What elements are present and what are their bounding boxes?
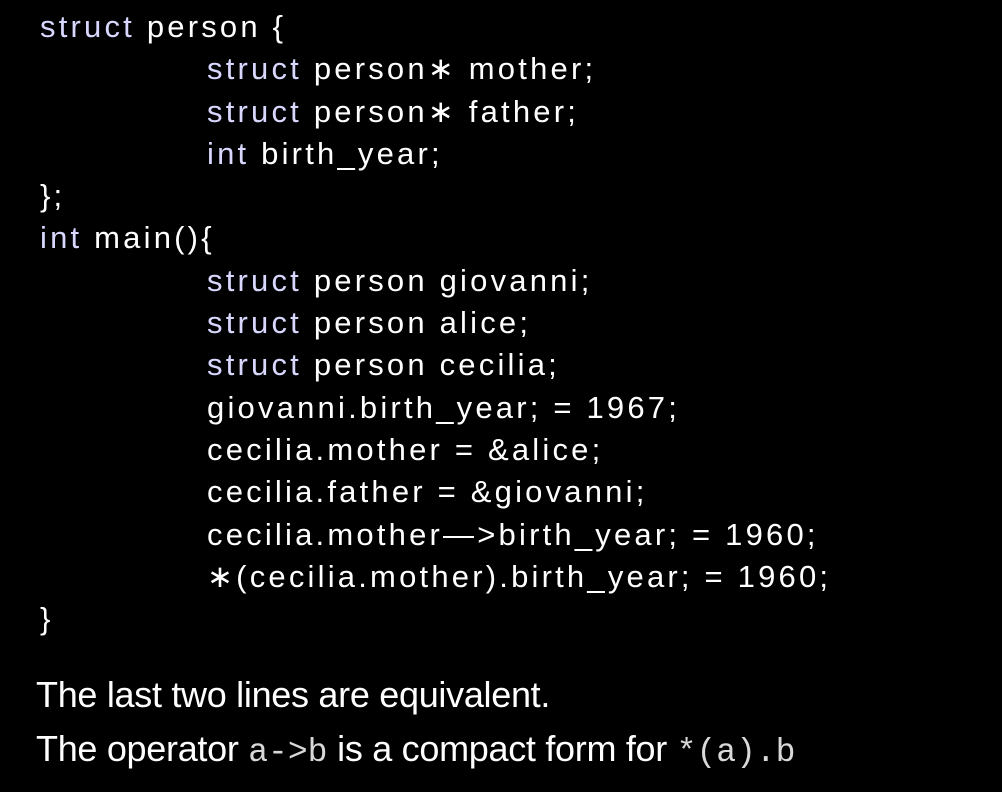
code-line: ∗(cecilia.mother).birth_year; = 1960; (40, 556, 990, 598)
code-text: ∗(cecilia.mother).birth_year; = 1960; (207, 558, 832, 594)
code-line: } (40, 598, 990, 640)
code-text: cecilia.mother—>birth_year; = 1960; (207, 516, 819, 552)
code-text: cecilia.mother = &alice; (207, 431, 604, 467)
code-text: } (40, 601, 54, 637)
arrow-operator-code: a->b (248, 734, 328, 771)
code-keyword: struct (207, 305, 302, 341)
code-text: giovanni.birth_year; = 1967; (207, 389, 681, 425)
code-text: person cecilia; (302, 347, 560, 383)
code-text: person∗ mother; (302, 51, 597, 87)
code-line: struct person alice; (40, 302, 990, 344)
code-line: cecilia.mother—>birth_year; = 1960; (40, 514, 990, 556)
code-text: cecilia.father = &giovanni; (207, 474, 648, 510)
explanation-line-operator: The operator a->b is a compact form for … (36, 722, 986, 780)
code-text: person alice; (302, 305, 532, 341)
code-line: giovanni.birth_year; = 1967; (40, 387, 990, 429)
explanation-text: The last two lines are equivalent. The o… (36, 668, 986, 780)
code-line: struct person cecilia; (40, 344, 990, 386)
code-text: birth_year; (249, 135, 443, 171)
code-keyword: int (40, 220, 83, 256)
code-keyword: struct (207, 93, 302, 129)
code-keyword: struct (207, 347, 302, 383)
code-line: cecilia.mother = &alice; (40, 429, 990, 471)
code-line: int main(){ (40, 217, 990, 259)
code-line: struct person∗ father; (40, 91, 990, 133)
code-line: int birth_year; (40, 133, 990, 175)
code-text: person∗ father; (302, 93, 580, 129)
code-block: struct person {struct person∗ mother; str… (40, 6, 990, 640)
code-text: person giovanni; (302, 262, 593, 298)
dereference-form-code: *(a).b (676, 734, 796, 771)
operator-prefix-text: The operator (36, 728, 249, 769)
code-line: cecilia.father = &giovanni; (40, 471, 990, 513)
operator-middle-text: is a compact form for (327, 728, 677, 769)
code-line: struct person giovanni; (40, 260, 990, 302)
code-line: struct person { (40, 6, 990, 48)
code-text: main(){ (82, 220, 215, 256)
code-keyword: struct (40, 9, 135, 44)
code-keyword: struct (207, 51, 302, 87)
explanation-line-equivalent: The last two lines are equivalent. (36, 674, 551, 715)
code-keyword: struct (207, 262, 302, 298)
code-text: }; (40, 178, 66, 214)
code-line: struct person∗ mother; (40, 48, 990, 90)
code-line: }; (40, 175, 990, 217)
code-text: person { (135, 9, 287, 44)
code-keyword: int (207, 135, 250, 171)
